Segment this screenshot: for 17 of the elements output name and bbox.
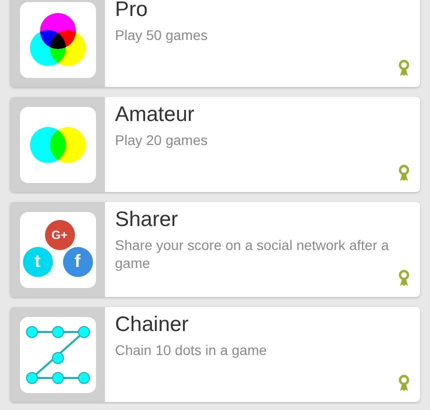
award-ribbon-icon	[398, 59, 410, 77]
award-ribbon-icon	[398, 164, 410, 182]
achievement-description: Play 50 games	[115, 26, 209, 44]
achievement-title: Sharer	[115, 207, 180, 233]
twitter-icon: t	[22, 246, 52, 276]
color-circles-icon	[30, 12, 86, 68]
achievement-title: Pro	[115, 0, 149, 23]
facebook-icon: f	[62, 246, 92, 276]
award-ribbon-icon	[398, 269, 410, 287]
achievement-title: Chainer	[115, 312, 190, 338]
color-circles-icon	[30, 126, 86, 162]
achievement-title: Amateur	[115, 102, 196, 128]
achievement-description: Chain 10 dots in a game	[115, 341, 268, 359]
award-ribbon-icon	[398, 374, 410, 392]
achievement-description: Share your score on a social network after a game	[115, 236, 390, 272]
achievement-description: Play 20 games	[115, 131, 209, 149]
google-plus-icon: G+	[44, 220, 74, 250]
